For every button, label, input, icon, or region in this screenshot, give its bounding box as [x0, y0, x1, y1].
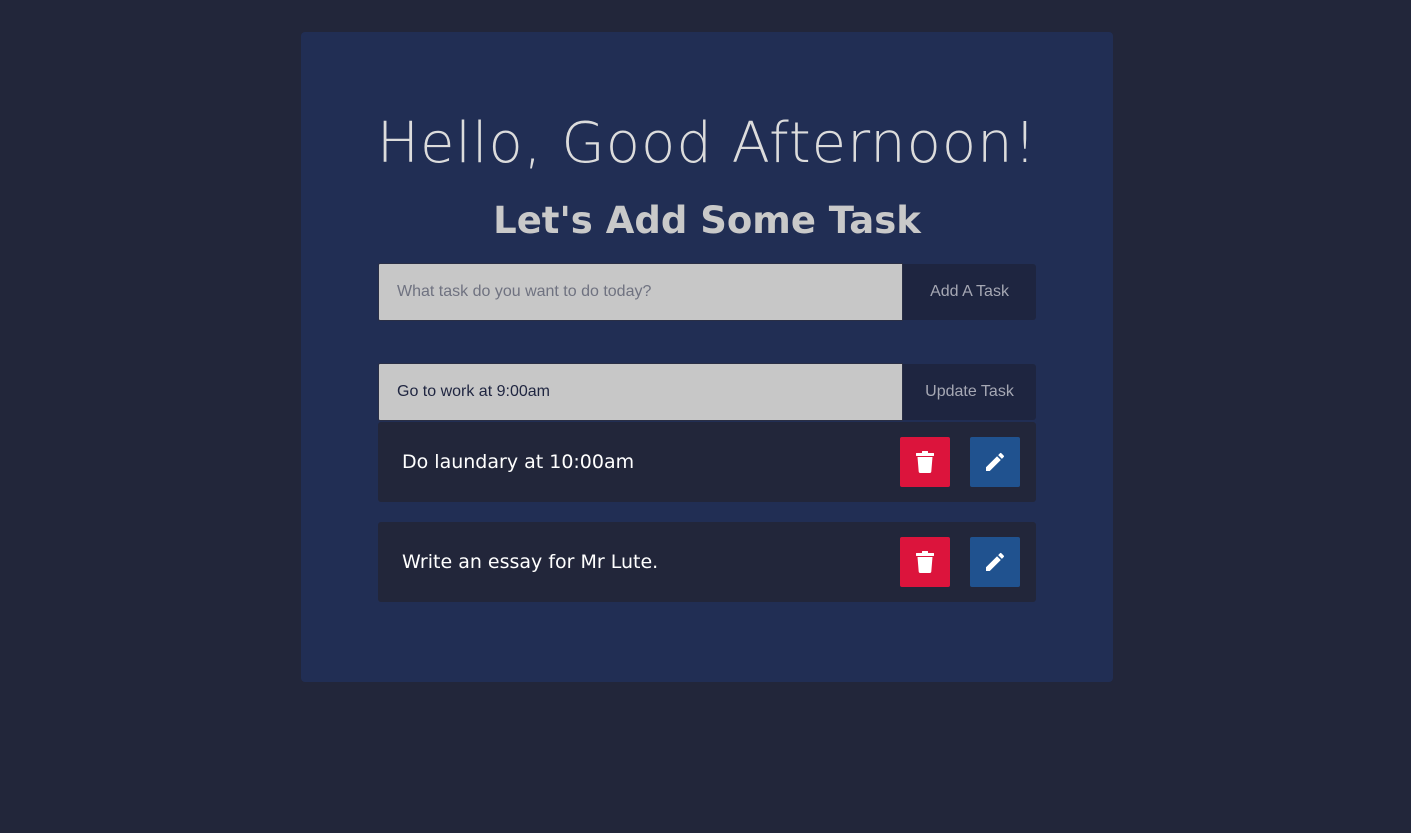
task-item: Write an essay for Mr Lute.: [378, 522, 1036, 602]
edit-task-button[interactable]: [970, 437, 1020, 487]
edit-task-button[interactable]: [970, 537, 1020, 587]
task-text: Write an essay for Mr Lute.: [402, 551, 659, 573]
greeting-heading: Hello, Good Afternoon!: [376, 111, 1038, 176]
update-task-input[interactable]: [378, 363, 903, 421]
add-task-form: Add A Task: [378, 263, 1036, 321]
delete-task-button[interactable]: [900, 537, 950, 587]
trash-icon: [916, 551, 934, 573]
new-task-input[interactable]: [378, 263, 903, 321]
update-task-form: Update Task: [378, 363, 1036, 421]
add-task-button[interactable]: Add A Task: [903, 264, 1036, 320]
update-task-button[interactable]: Update Task: [903, 364, 1036, 420]
page-subtitle: Let's Add Some Task: [493, 199, 921, 242]
pencil-icon: [983, 550, 1007, 574]
pencil-icon: [983, 450, 1007, 474]
delete-task-button[interactable]: [900, 437, 950, 487]
task-item: Do laundary at 10:00am: [378, 422, 1036, 502]
task-text: Do laundary at 10:00am: [402, 451, 635, 473]
trash-icon: [916, 451, 934, 473]
